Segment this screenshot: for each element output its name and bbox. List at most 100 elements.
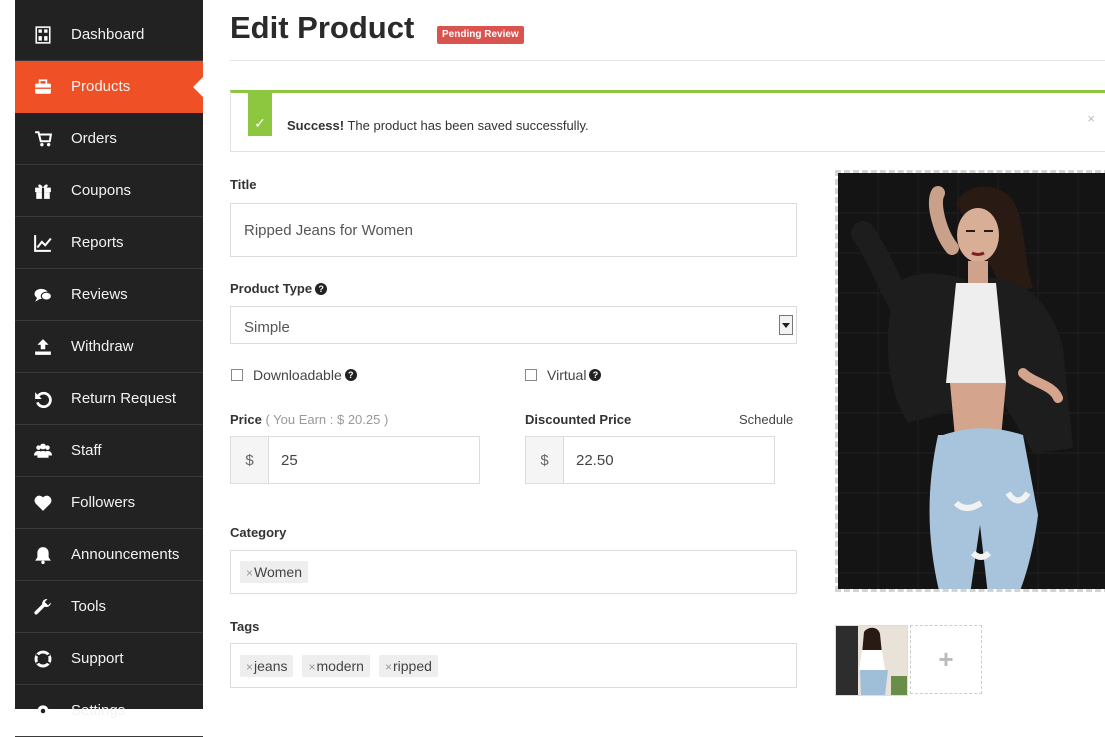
remove-icon[interactable]: × bbox=[385, 660, 392, 674]
product-type-value: Simple bbox=[244, 319, 290, 336]
users-icon bbox=[33, 441, 53, 461]
product-photo bbox=[838, 173, 1105, 589]
sidebar-item-label: Orders bbox=[71, 130, 117, 147]
help-icon[interactable]: ? bbox=[344, 369, 357, 381]
status-badge: Pending Review bbox=[437, 26, 524, 44]
virtual-label: Virtual bbox=[547, 367, 587, 383]
dashboard-icon bbox=[33, 25, 53, 45]
discount-label: Discounted Price bbox=[525, 412, 632, 427]
sidebar-item-label: Settings bbox=[71, 702, 126, 719]
sidebar-item-label: Announcements bbox=[71, 546, 180, 563]
category-label: Category bbox=[230, 525, 287, 540]
page-title: Edit Product bbox=[230, 10, 415, 45]
thumbnail-photo bbox=[836, 626, 907, 695]
currency-addon: $ bbox=[526, 437, 564, 483]
sidebar-item-label: Coupons bbox=[71, 182, 132, 199]
alert-strong: Success! bbox=[287, 118, 345, 133]
alert-text: The product has been saved successfully. bbox=[347, 118, 589, 133]
sidebar-item-return-request[interactable]: Return Request bbox=[15, 373, 203, 425]
sidebar-item-tools[interactable]: Tools bbox=[15, 581, 203, 633]
tag-chip[interactable]: ×modern bbox=[302, 654, 370, 677]
sidebar-item-followers[interactable]: Followers bbox=[15, 477, 203, 529]
category-chip[interactable]: ×Women bbox=[240, 561, 308, 583]
chevron-down-icon[interactable] bbox=[779, 315, 793, 335]
chip-label: ripped bbox=[392, 657, 432, 674]
sidebar-item-label: Withdraw bbox=[71, 338, 134, 355]
help-icon[interactable]: ? bbox=[589, 369, 602, 381]
remove-icon[interactable]: × bbox=[246, 660, 253, 674]
product-image[interactable] bbox=[835, 170, 1105, 592]
sidebar-item-announcements[interactable]: Announcements bbox=[15, 529, 203, 581]
sidebar-item-coupons[interactable]: Coupons bbox=[15, 165, 203, 217]
sidebar: Dashboard Products Orders Coupons Report… bbox=[15, 0, 203, 737]
gift-icon bbox=[33, 181, 53, 201]
briefcase-icon bbox=[33, 77, 53, 97]
sidebar-item-label: Reports bbox=[71, 234, 124, 251]
currency-addon: $ bbox=[231, 437, 269, 483]
title-divider bbox=[230, 60, 1105, 61]
price-value: 25 bbox=[281, 451, 298, 469]
tag-chip[interactable]: ×jeans bbox=[240, 654, 294, 677]
chip-label: modern bbox=[316, 657, 364, 674]
virtual-option[interactable]: Virtual? bbox=[525, 367, 602, 383]
downloadable-label: Downloadable bbox=[253, 367, 342, 383]
close-icon[interactable]: × bbox=[1087, 111, 1095, 126]
sidebar-item-settings[interactable]: Settings bbox=[15, 685, 203, 737]
tag-chip[interactable]: ×ripped bbox=[378, 654, 438, 677]
chip-label: Women bbox=[254, 564, 302, 580]
product-type-select[interactable]: Simple bbox=[230, 306, 797, 344]
sidebar-item-orders[interactable]: Orders bbox=[15, 113, 203, 165]
sidebar-item-label: Support bbox=[71, 650, 124, 667]
discount-price-input[interactable]: $ 22.50 bbox=[525, 436, 775, 484]
sidebar-item-support[interactable]: Support bbox=[15, 633, 203, 685]
sidebar-item-reports[interactable]: Reports bbox=[15, 217, 203, 269]
alert-message: Success! The product has been saved succ… bbox=[287, 118, 589, 133]
sidebar-item-label: Reviews bbox=[71, 286, 128, 303]
sidebar-item-reviews[interactable]: Reviews bbox=[15, 269, 203, 321]
undo-icon bbox=[33, 389, 53, 409]
sidebar-item-dashboard[interactable]: Dashboard bbox=[15, 9, 203, 61]
remove-icon[interactable]: × bbox=[308, 660, 315, 674]
wrench-icon bbox=[33, 597, 53, 617]
price-earn-note: ( You Earn : $ 20.25 ) bbox=[265, 412, 389, 427]
sidebar-item-label: Return Request bbox=[71, 390, 177, 407]
bell-icon bbox=[33, 545, 53, 565]
downloadable-option[interactable]: Downloadable? bbox=[231, 367, 357, 383]
category-select[interactable]: ×Women bbox=[230, 550, 797, 594]
sidebar-item-label: Products bbox=[71, 78, 131, 95]
downloadable-checkbox[interactable] bbox=[231, 369, 243, 381]
sidebar-item-label: Staff bbox=[71, 442, 102, 459]
price-input[interactable]: $ 25 bbox=[230, 436, 480, 484]
success-alert: ✓ Success! The product has been saved su… bbox=[230, 90, 1105, 152]
discount-value: 22.50 bbox=[576, 451, 614, 469]
title-label: Title bbox=[230, 177, 257, 192]
add-image-button[interactable]: + bbox=[910, 625, 982, 694]
gallery-thumbnail[interactable] bbox=[835, 625, 908, 696]
heart-icon bbox=[33, 493, 53, 513]
upload-icon bbox=[33, 337, 53, 357]
schedule-link[interactable]: Schedule bbox=[739, 412, 793, 427]
remove-icon[interactable]: × bbox=[246, 566, 253, 580]
title-value: Ripped Jeans for Women bbox=[244, 221, 413, 239]
title-input[interactable]: Ripped Jeans for Women bbox=[230, 203, 797, 257]
sidebar-item-staff[interactable]: Staff bbox=[15, 425, 203, 477]
tags-select[interactable]: ×jeans ×modern ×ripped bbox=[230, 643, 797, 688]
comments-icon bbox=[33, 285, 53, 305]
virtual-checkbox[interactable] bbox=[525, 369, 537, 381]
lifebuoy-icon bbox=[33, 649, 53, 669]
gear-icon bbox=[33, 701, 53, 721]
chart-icon bbox=[33, 233, 53, 253]
sidebar-item-label: Followers bbox=[71, 494, 136, 511]
sidebar-item-label: Dashboard bbox=[71, 26, 145, 43]
chip-label: jeans bbox=[254, 657, 288, 674]
check-icon: ✓ bbox=[248, 90, 272, 136]
product-type-label: Product Type? bbox=[230, 281, 328, 296]
tags-label: Tags bbox=[230, 619, 260, 634]
sidebar-item-withdraw[interactable]: Withdraw bbox=[15, 321, 203, 373]
price-label-text: Price bbox=[230, 412, 262, 427]
help-icon[interactable]: ? bbox=[315, 283, 328, 295]
cart-icon bbox=[33, 129, 53, 149]
sidebar-item-label: Tools bbox=[71, 598, 107, 615]
product-type-label-text: Product Type bbox=[230, 281, 313, 296]
sidebar-item-products[interactable]: Products bbox=[15, 61, 203, 113]
